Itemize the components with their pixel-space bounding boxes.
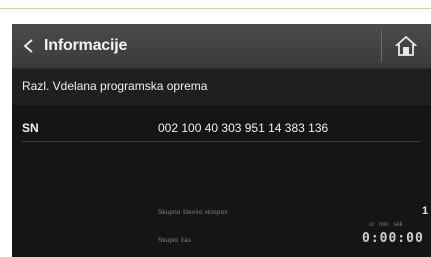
home-icon <box>395 35 417 56</box>
device-screen: Informacije Razl. Vdelana programska opr… <box>12 24 431 257</box>
serial-number-label: SN <box>22 121 39 135</box>
power-on-count-label: Skupno število vklopov <box>158 210 228 216</box>
installed-software-row[interactable]: Razl. Vdelana programska oprema <box>12 69 431 105</box>
header-bar: Informacije <box>12 24 431 69</box>
total-time-label: Skupni čas <box>158 238 192 244</box>
back-button[interactable]: Informacije <box>20 32 127 60</box>
home-button[interactable] <box>388 30 424 62</box>
section-separator <box>22 141 421 142</box>
total-time-value: 0:00:00 <box>362 231 424 246</box>
installed-software-label: Razl. Vdelana programska oprema <box>22 79 208 93</box>
page-title: Informacije <box>44 37 128 54</box>
chevron-left-icon <box>23 39 33 53</box>
top-divider-line <box>0 8 431 9</box>
header-divider <box>381 30 382 62</box>
time-units-label: ur min sek <box>369 222 403 228</box>
serial-number-row: SN 002 100 40 303 951 14 383 136 <box>12 105 431 151</box>
power-on-count-value: 1 <box>422 205 429 217</box>
serial-number-value: 002 100 40 303 951 14 383 136 <box>158 121 329 135</box>
